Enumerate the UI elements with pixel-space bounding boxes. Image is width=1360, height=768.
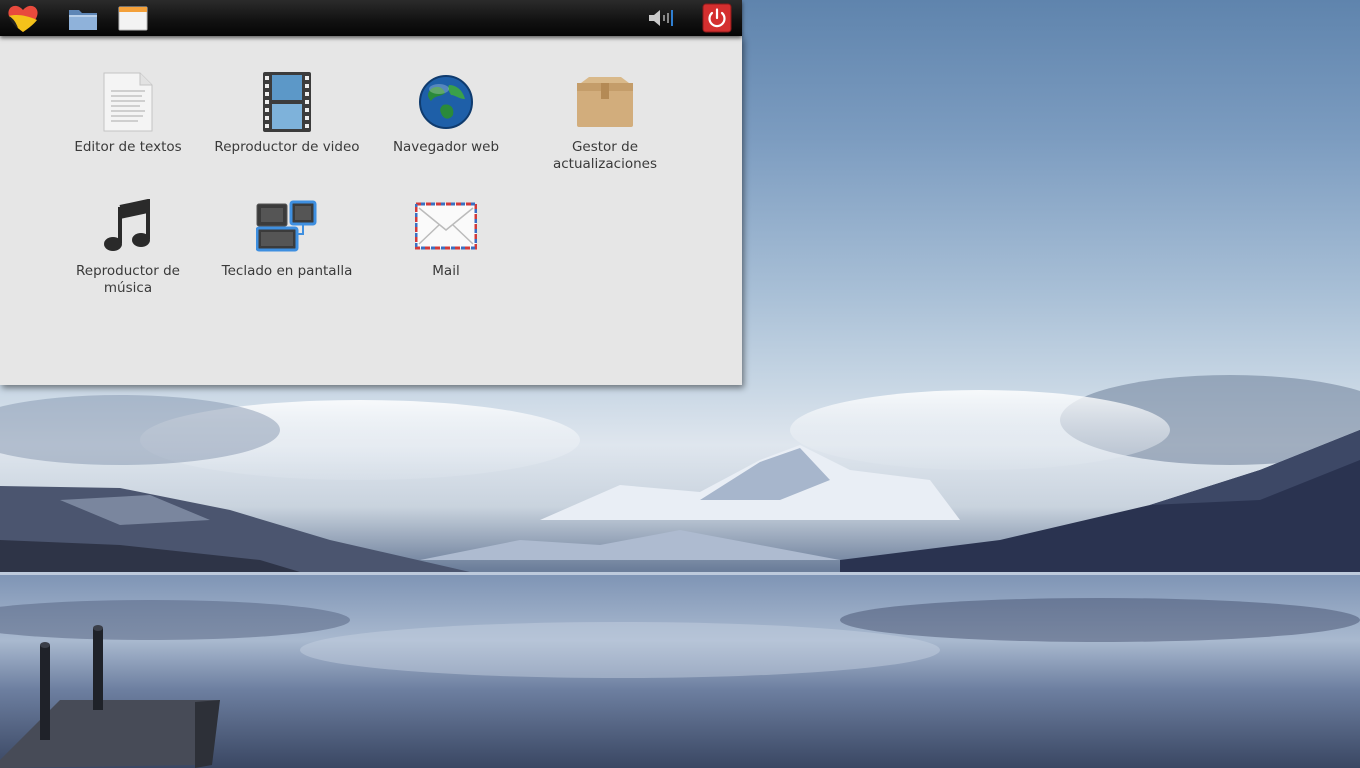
main-menu-button[interactable] (6, 2, 40, 34)
music-player-icon (96, 194, 160, 258)
app-update-manager[interactable]: Gestor de actualizaciones (530, 70, 680, 173)
onscreen-keyboard-icon (255, 194, 319, 258)
app-label: Navegador web (392, 139, 500, 155)
app-label: Mail (432, 263, 460, 279)
update-manager-icon (573, 70, 637, 134)
folder-icon (69, 10, 97, 30)
top-panel (0, 0, 742, 36)
windows-button[interactable] (116, 2, 150, 34)
app-video-player[interactable]: Reproductor de video (212, 70, 362, 156)
heart-logo-icon (8, 5, 38, 32)
app-onscreen-keyboard[interactable]: Teclado en pantalla (212, 194, 362, 280)
volume-icon (649, 10, 673, 26)
video-player-icon (255, 70, 319, 134)
power-icon (702, 3, 732, 33)
app-label: Reproductor de música (76, 263, 180, 296)
app-text-editor[interactable]: Editor de textos (53, 70, 203, 156)
app-mail[interactable]: Mail (371, 194, 521, 280)
app-label: Gestor de actualizaciones (552, 139, 657, 172)
app-music-player[interactable]: Reproductor de música (53, 194, 203, 297)
volume-button[interactable] (644, 2, 678, 34)
mail-icon (414, 194, 478, 258)
text-editor-icon (96, 70, 160, 134)
app-label: Reproductor de video (214, 139, 360, 155)
file-manager-button[interactable] (66, 2, 100, 34)
power-button[interactable] (700, 2, 734, 34)
web-browser-icon (414, 70, 478, 134)
window-icon (118, 6, 148, 31)
app-label: Editor de textos (74, 139, 182, 155)
app-label: Teclado en pantalla (221, 263, 353, 279)
app-launcher: Editor de textos Reproductor de video Na… (0, 36, 742, 385)
app-web-browser[interactable]: Navegador web (371, 70, 521, 156)
